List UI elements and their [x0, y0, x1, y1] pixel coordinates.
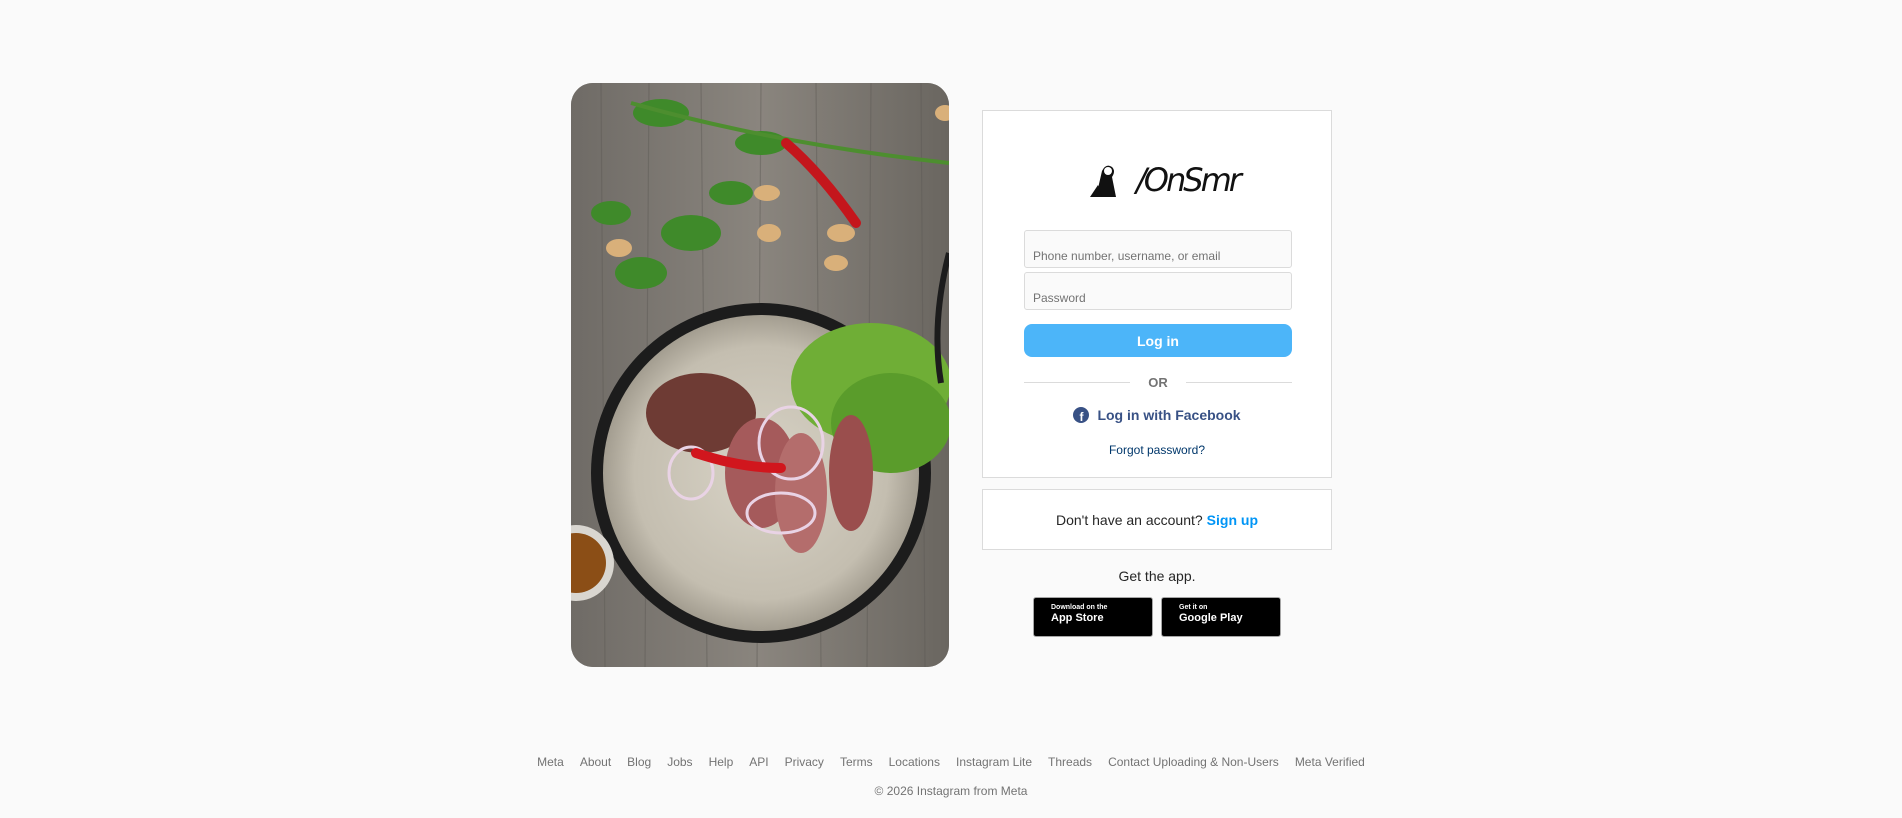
hero-image — [571, 83, 949, 667]
facebook-login-button[interactable]: f Log in with Facebook — [983, 407, 1331, 423]
footer-link-terms[interactable]: Terms — [840, 755, 873, 769]
app-store-small-text: Download on the — [1051, 604, 1108, 611]
google-play-badge[interactable]: Get it on Google Play — [1161, 597, 1281, 637]
divider-line-left — [1024, 381, 1131, 383]
footer-link-locations[interactable]: Locations — [889, 755, 940, 769]
or-divider: OR — [1024, 374, 1292, 390]
footer-links: Meta About Blog Jobs Help API Privacy Te… — [0, 755, 1902, 769]
forgot-password-link[interactable]: Forgot password? — [983, 443, 1331, 457]
app-store-badge[interactable]: Download on the App Store — [1033, 597, 1153, 637]
login-card: /OnSmr Log in OR f Log in with Facebook … — [982, 110, 1332, 478]
get-app-label: Get the app. — [1118, 568, 1196, 584]
footer-link-help[interactable]: Help — [709, 755, 734, 769]
facebook-login-label: Log in with Facebook — [1097, 407, 1241, 423]
footer-link-contact-uploading[interactable]: Contact Uploading & Non-Users — [1108, 755, 1279, 769]
divider-line-right — [1185, 381, 1292, 383]
login-button[interactable]: Log in — [1024, 324, 1292, 357]
footer-link-privacy[interactable]: Privacy — [785, 755, 824, 769]
footer-link-instagram-lite[interactable]: Instagram Lite — [956, 755, 1032, 769]
app-store-big-text: App Store — [1051, 611, 1104, 624]
brand-wordmark: /OnSmr — [1136, 161, 1242, 199]
brand-logo-icon — [1090, 165, 1116, 197]
facebook-icon: f — [1073, 407, 1090, 423]
footer-link-jobs[interactable]: Jobs — [667, 755, 692, 769]
password-input[interactable] — [1024, 272, 1292, 310]
brand-logo: /OnSmr — [1088, 159, 1248, 201]
footer-link-meta[interactable]: Meta — [537, 755, 564, 769]
food-photo — [571, 83, 949, 667]
footer-link-meta-verified[interactable]: Meta Verified — [1295, 755, 1365, 769]
signup-prompt: Don't have an account? — [1056, 511, 1203, 528]
signup-box: Don't have an account? Sign up — [982, 489, 1332, 550]
footer-link-about[interactable]: About — [580, 755, 611, 769]
or-label: OR — [1148, 374, 1168, 390]
signup-link[interactable]: Sign up — [1207, 512, 1258, 528]
footer-link-threads[interactable]: Threads — [1048, 755, 1092, 769]
footer-link-blog[interactable]: Blog — [627, 755, 651, 769]
footer-link-api[interactable]: API — [749, 755, 768, 769]
app-store-badges: Download on the App Store Get it on Goog… — [1033, 597, 1281, 637]
google-play-big-text: Google Play — [1179, 611, 1243, 624]
google-play-small-text: Get it on — [1179, 604, 1208, 611]
copyright: © 2026 Instagram from Meta — [874, 784, 1028, 798]
username-input[interactable] — [1024, 230, 1292, 268]
